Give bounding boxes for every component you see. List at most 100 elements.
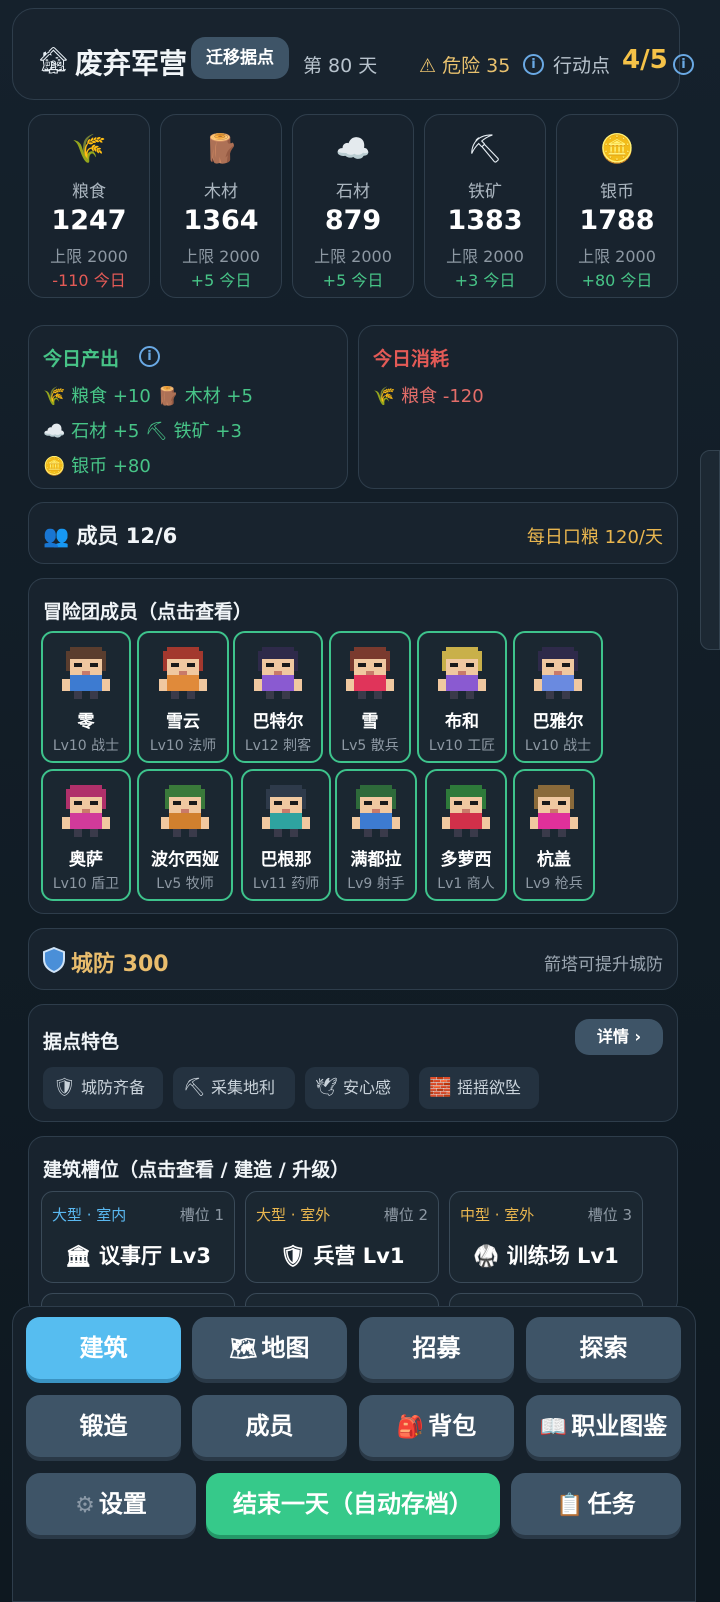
member-card[interactable]: 巴雅尔 Lv10 战士: [513, 631, 603, 763]
brick-icon: 🧱: [429, 1077, 452, 1098]
member-level: Lv10 战士: [524, 738, 592, 754]
shield-icon: 🛡: [279, 1244, 307, 1268]
character-portrait-icon: [346, 647, 394, 699]
member-card[interactable]: 雪 Lv5 散兵: [329, 631, 411, 763]
member-card[interactable]: 奥萨 Lv10 盾卫: [41, 769, 131, 901]
production-line: 🌾 粮食 +10 🪵 木材 +5: [43, 386, 253, 407]
member-level: Lv9 射手: [347, 876, 405, 892]
resource-delta: +80 今日: [581, 271, 653, 290]
slot-index: 槽位 3: [587, 1206, 632, 1224]
camp-title: 废弃军营: [75, 47, 188, 80]
resource-name: 粮食: [72, 182, 106, 202]
slot-type: 大型 · 室外: [256, 1206, 331, 1224]
action-points-value: 4/5: [622, 45, 668, 75]
nav-build-button[interactable]: 建筑: [26, 1317, 181, 1379]
resource-card-stone[interactable]: ☁️ 石材 879 上限 2000 +5 今日: [292, 114, 414, 298]
nav-bag-button[interactable]: 🎒 背包: [359, 1395, 514, 1457]
slot-type: 大型 · 室内: [52, 1206, 127, 1224]
character-portrait-icon: [530, 785, 578, 837]
feature-label: 安心感: [343, 1078, 392, 1097]
feature-label: 城防齐备: [81, 1078, 146, 1097]
member-card[interactable]: 满都拉 Lv9 射手: [335, 769, 417, 901]
nav-map-button[interactable]: 🗺 地图: [192, 1317, 347, 1379]
resource-cap: 上限 2000: [446, 247, 524, 266]
slot-index: 槽位 2: [383, 1206, 428, 1224]
city-defense-bar: 城防 300 箭塔可提升城防: [28, 928, 678, 990]
character-portrait-icon: [534, 647, 582, 699]
nav-tasks-button[interactable]: 📋 任务: [511, 1473, 681, 1535]
consumption-title: 今日消耗: [373, 348, 450, 370]
resource-amount: 1788: [579, 205, 655, 236]
resource-delta: -110 今日: [52, 271, 126, 290]
gear-icon: ⚙: [75, 1493, 95, 1518]
member-level: Lv10 盾卫: [52, 876, 120, 892]
building-slot-2[interactable]: 大型 · 室外 槽位 2 🛡 兵营 Lv1: [245, 1191, 439, 1283]
danger-info-icon[interactable]: i: [523, 54, 544, 75]
adventure-team-panel: 冒险团成员（点击查看） 零 Lv10 战士 雪云 Lv10 法师 巴特尔 Lv12 刺客雪…: [28, 578, 678, 914]
resource-name: 石材: [336, 182, 370, 202]
member-level: Lv10 法师: [149, 738, 217, 754]
resource-name: 铁矿: [468, 182, 502, 202]
consumption-line: 🌾 粮食 -120: [373, 386, 484, 407]
feature-chip[interactable]: ⛏ 采集地利: [173, 1067, 295, 1109]
member-card[interactable]: 零 Lv10 战士: [41, 631, 131, 763]
feature-chip[interactable]: 🧱 摇摇欲坠: [419, 1067, 539, 1109]
feature-chip[interactable]: 🛡 城防齐备: [43, 1067, 163, 1109]
resource-cap: 上限 2000: [578, 247, 656, 266]
member-card[interactable]: 巴根那 Lv11 药师: [241, 769, 331, 901]
backpack-icon: 🎒: [396, 1415, 425, 1440]
character-portrait-icon: [62, 785, 110, 837]
shield-icon: [43, 947, 65, 973]
resource-amount: 1364: [183, 205, 259, 236]
production-info-icon[interactable]: i: [139, 346, 160, 367]
resource-amount: 1383: [447, 205, 523, 236]
building-slot-3[interactable]: 中型 · 室外 槽位 3 🥋 训练场 Lv1: [449, 1191, 643, 1283]
member-card[interactable]: 巴特尔 Lv12 刺客: [233, 631, 323, 763]
migrate-button[interactable]: 迁移据点: [191, 37, 289, 79]
member-name: 雪: [361, 712, 379, 732]
defense-note: 箭塔可提升城防: [544, 955, 663, 975]
resource-card-food[interactable]: 🌾 粮食 1247 上限 2000 -110 今日: [28, 114, 150, 298]
building-slot-1[interactable]: 大型 · 室内 槽位 1 🏛 议事厅 Lv3: [41, 1191, 235, 1283]
character-portrait-icon: [352, 785, 400, 837]
building-slots-panel: 建筑槽位（点击查看 / 建造 / 升级） 大型 · 室内 槽位 1 🏛 议事厅 …: [28, 1136, 678, 1316]
book-icon: 📖: [539, 1415, 568, 1440]
member-card[interactable]: 波尔西娅 Lv5 牧师: [137, 769, 233, 901]
side-scroll-handle[interactable]: [700, 450, 720, 650]
resource-card-wood[interactable]: 🪵 木材 1364 上限 2000 +5 今日: [160, 114, 282, 298]
member-name: 巴根那: [260, 850, 312, 870]
wheat-icon: 🌾: [71, 132, 107, 165]
pickaxe-icon: ⛏: [183, 1077, 206, 1098]
feature-chip[interactable]: 🕊 安心感: [305, 1067, 409, 1109]
features-detail-button[interactable]: 详情 ›: [575, 1019, 663, 1055]
member-name: 雪云: [166, 712, 200, 732]
end-day-button[interactable]: 结束一天（自动存档）: [206, 1473, 500, 1535]
resource-card-iron[interactable]: ⛏ 铁矿 1383 上限 2000 +3 今日: [424, 114, 546, 298]
member-name: 多萝西: [440, 850, 492, 870]
nav-members-button[interactable]: 成员: [192, 1395, 347, 1457]
action-points-info-icon[interactable]: i: [673, 54, 694, 75]
member-name: 波尔西娅: [151, 850, 219, 870]
resource-name: 银币: [600, 182, 634, 202]
map-icon: 🗺: [229, 1337, 258, 1362]
member-card[interactable]: 杭盖 Lv9 枪兵: [513, 769, 595, 901]
member-card[interactable]: 布和 Lv10 工匠: [417, 631, 507, 763]
features-title: 据点特色: [43, 1031, 120, 1053]
slot-building-name: 🛡 兵营 Lv1: [279, 1244, 405, 1268]
nav-settings-button[interactable]: ⚙ 设置: [26, 1473, 196, 1535]
camp-icon: 🏚: [37, 46, 71, 76]
nav-explore-button[interactable]: 探索: [526, 1317, 681, 1379]
member-card[interactable]: 多萝西 Lv1 商人: [425, 769, 507, 901]
nav-forge-button[interactable]: 锻造: [26, 1395, 181, 1457]
nav-recruit-button[interactable]: 招募: [359, 1317, 514, 1379]
resource-card-silver[interactable]: 🪙 银币 1788 上限 2000 +80 今日: [556, 114, 678, 298]
member-card[interactable]: 雪云 Lv10 法师: [137, 631, 229, 763]
action-points-label: 行动点: [553, 55, 611, 77]
nav-codex-button[interactable]: 📖 职业图鉴: [526, 1395, 681, 1457]
members-summary-bar[interactable]: 👥 成员 12/6 每日口粮 120/天: [28, 502, 678, 564]
feature-label: 采集地利: [211, 1078, 276, 1097]
camp-features-panel: 据点特色 详情 › 🛡 城防齐备 ⛏ 采集地利 🕊 安心感 🧱 摇摇欲坠: [28, 1004, 678, 1122]
daily-production-panel: 今日产出 i 🌾 粮食 +10 🪵 木材 +5 ☁️ 石材 +5 ⛏ 铁矿 +3…: [28, 325, 348, 489]
danger-level: ⚠ 危险 35: [419, 55, 511, 77]
member-name: 巴特尔: [252, 712, 304, 732]
